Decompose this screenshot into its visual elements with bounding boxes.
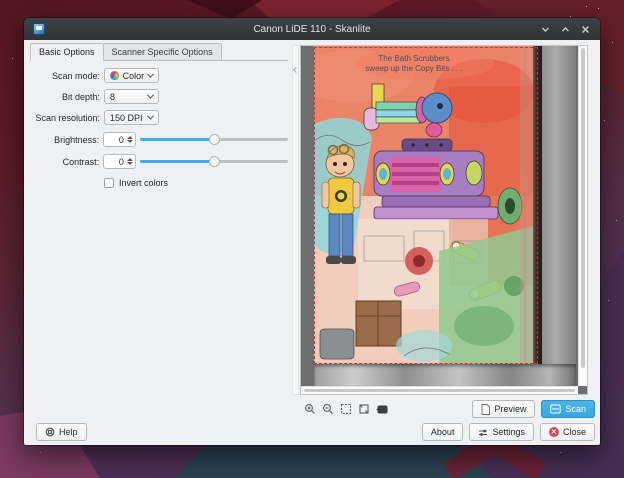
brightness-slider-handle[interactable] <box>209 134 220 145</box>
spin-up-icon[interactable] <box>127 158 133 161</box>
brightness-row: Brightness: 0 <box>30 132 288 147</box>
help-button[interactable]: Help <box>36 423 87 441</box>
color-wheel-icon <box>110 71 119 80</box>
chevron-down-icon <box>147 113 154 120</box>
preview-toolbar <box>303 402 388 415</box>
spin-up-icon[interactable] <box>127 136 133 139</box>
scan-preview-viewport[interactable]: The Bath Scrubbers sweep up the Copy Bit… <box>300 45 588 395</box>
zoom-to-fit-icon[interactable] <box>357 402 370 415</box>
contrast-slider-handle[interactable] <box>209 156 220 167</box>
close-circle-icon <box>549 427 559 437</box>
scan-caption-line2: sweep up the Copy Bits . . . <box>365 64 462 73</box>
scan-caption-line1: The Bath Scrubbers <box>378 54 449 63</box>
titlebar[interactable]: Canon LiDE 110 - Skanlite <box>24 18 600 40</box>
sliders-icon <box>478 428 488 437</box>
horizontal-scrollbar-handle[interactable] <box>304 389 575 392</box>
minimize-button[interactable] <box>540 24 551 35</box>
close-button[interactable]: Close <box>540 423 595 441</box>
collapse-left-icon <box>293 67 299 73</box>
scanned-drawing: The Bath Scrubbers sweep up the Copy Bit… <box>314 46 533 364</box>
contrast-spinbox[interactable]: 0 <box>103 154 136 169</box>
basic-options-panel: Scan mode: Color Bit depth: 8 Scan re <box>30 62 288 190</box>
invert-colors-label: Invert colors <box>119 178 168 188</box>
brightness-label: Brightness: <box>30 135 99 145</box>
brightness-spinbox[interactable]: 0 <box>103 132 136 147</box>
document-icon <box>481 404 490 415</box>
skanlite-app-icon <box>33 23 45 35</box>
window-title: Canon LiDE 110 - Skanlite <box>24 24 600 35</box>
help-buoy-icon <box>45 427 55 437</box>
scan-button[interactable]: Scan <box>541 400 595 418</box>
invert-colors-row: Invert colors <box>104 175 288 190</box>
bit-depth-value: 8 <box>110 92 115 102</box>
preview-vertical-scrollbar[interactable] <box>578 46 587 386</box>
scanned-page: The Bath Scrubbers sweep up the Copy Bit… <box>314 46 533 364</box>
invert-colors-checkbox[interactable] <box>104 178 114 188</box>
wallpaper-stars <box>0 0 1 1</box>
options-tabbar: Basic Options Scanner Specific Options <box>30 43 222 61</box>
chevron-up-icon <box>561 25 570 34</box>
spin-down-icon[interactable] <box>127 162 133 165</box>
tab-basic-options[interactable]: Basic Options <box>30 43 104 61</box>
scan-resolution-select[interactable]: 150 DPI <box>104 110 159 125</box>
scan-mode-row: Scan mode: Color <box>30 68 288 83</box>
vertical-scrollbar-handle[interactable] <box>581 48 585 368</box>
scanner-lid-right <box>542 46 576 364</box>
panel-splitter[interactable] <box>292 45 299 395</box>
contrast-row: Contrast: 0 <box>30 154 288 169</box>
brightness-slider[interactable] <box>140 132 288 147</box>
zoom-to-selection-icon[interactable] <box>339 402 352 415</box>
contrast-slider[interactable] <box>140 154 288 169</box>
zoom-in-icon[interactable] <box>303 402 316 415</box>
about-button[interactable]: About <box>422 423 464 441</box>
spin-down-icon[interactable] <box>127 140 133 143</box>
preview-horizontal-scrollbar[interactable] <box>301 386 578 394</box>
zoom-out-icon[interactable] <box>321 402 334 415</box>
preview-button[interactable]: Preview <box>472 400 535 418</box>
page-edge-shadow <box>533 46 542 364</box>
settings-button[interactable]: Settings <box>469 423 534 441</box>
contrast-label: Contrast: <box>30 157 99 167</box>
scanner-lid-bottom <box>314 364 576 386</box>
maximize-button[interactable] <box>560 24 571 35</box>
scan-mode-select[interactable]: Color <box>104 68 159 83</box>
clear-selections-icon[interactable] <box>375 402 388 415</box>
bit-depth-select[interactable]: 8 <box>104 89 159 104</box>
scanner-icon <box>550 404 561 414</box>
brightness-value: 0 <box>108 135 127 145</box>
scan-resolution-row: Scan resolution: 150 DPI <box>30 110 288 125</box>
desktop-wallpaper: Canon LiDE 110 - Skanlite Basic Options <box>0 0 624 478</box>
scan-mode-value: Color <box>123 71 145 81</box>
tab-scanner-specific-options[interactable]: Scanner Specific Options <box>104 43 222 61</box>
scan-preview-image: The Bath Scrubbers sweep up the Copy Bit… <box>314 46 576 386</box>
bit-depth-label: Bit depth: <box>30 92 100 102</box>
bit-depth-row: Bit depth: 8 <box>30 89 288 104</box>
contrast-value: 0 <box>108 157 127 167</box>
chevron-down-icon <box>147 92 154 99</box>
skanlite-window: Canon LiDE 110 - Skanlite Basic Options <box>24 18 600 445</box>
chevron-down-icon <box>541 25 550 34</box>
chevron-down-icon <box>147 71 154 78</box>
close-icon <box>581 25 590 34</box>
dialog-actions: About Settings Close <box>422 423 595 441</box>
scan-mode-label: Scan mode: <box>30 71 100 81</box>
scan-actions: Preview Scan <box>472 400 595 418</box>
close-window-button[interactable] <box>580 24 591 35</box>
window-body: Basic Options Scanner Specific Options S… <box>24 40 600 445</box>
scan-resolution-label: Scan resolution: <box>30 113 100 123</box>
scan-resolution-value: 150 DPI <box>110 113 143 123</box>
